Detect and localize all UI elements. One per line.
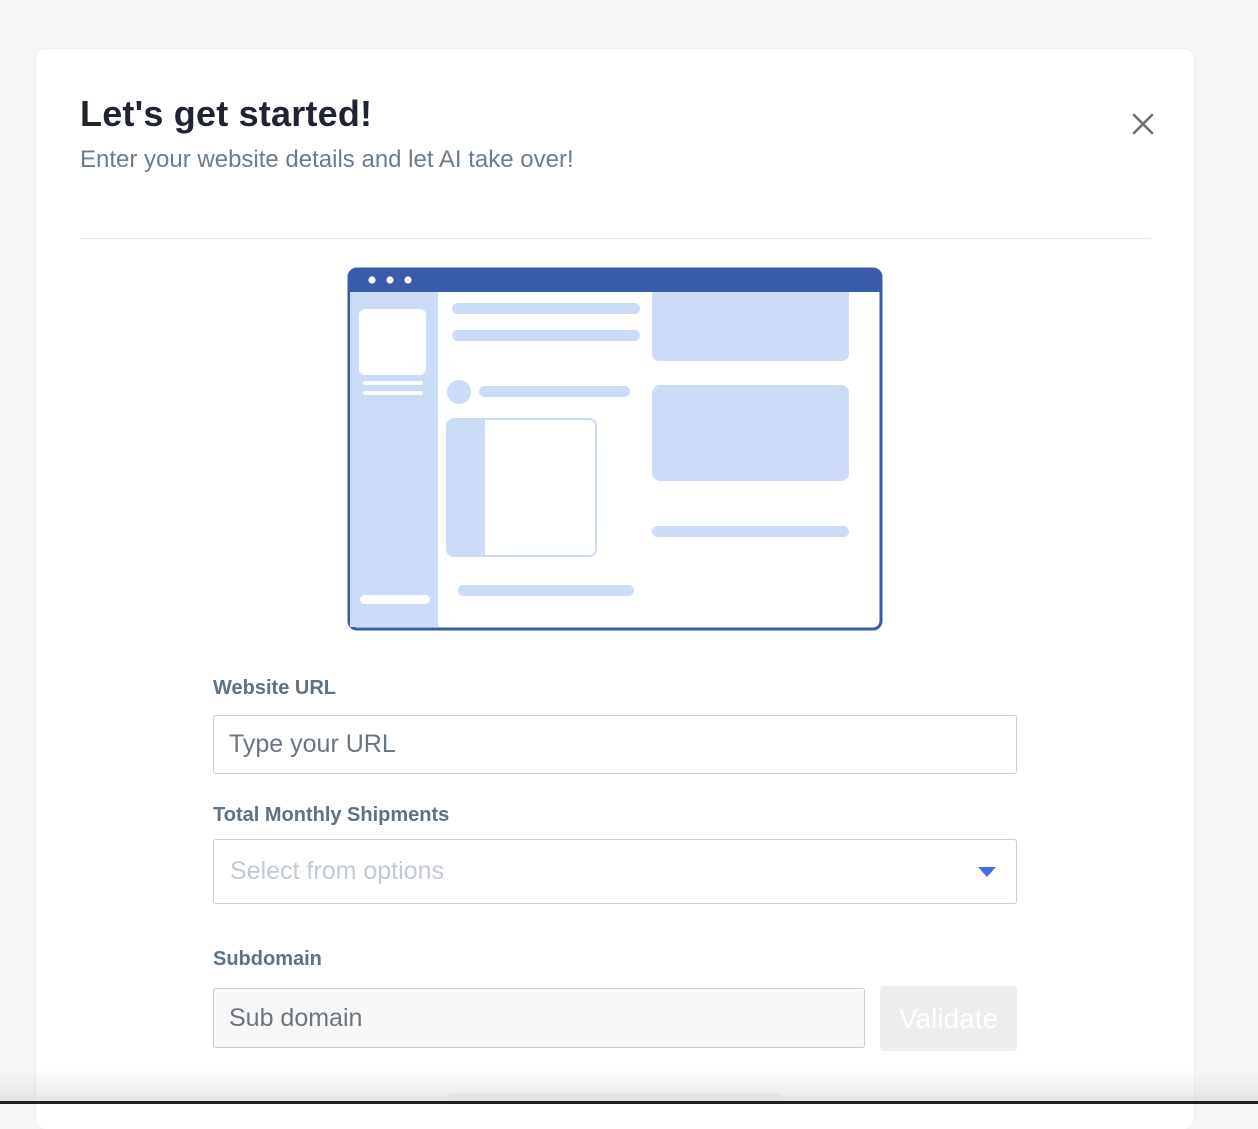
website-url-label: Website URL [213,677,336,699]
close-button[interactable] [1126,109,1158,141]
header-divider [80,238,1151,239]
website-illustration [347,267,885,638]
dialog-subtitle: Enter your website details and let AI ta… [80,146,574,173]
website-url-input[interactable] [213,715,1017,774]
subdomain-input[interactable] [213,988,865,1048]
monthly-shipments-label: Total Monthly Shipments [213,804,450,826]
dialog-title: Let's get started! [80,93,373,134]
select-placeholder: Select from options [230,857,444,885]
monthly-shipments-select[interactable]: Select from options [213,839,1017,904]
setup-dialog: Let's get started! Enter your website de… [36,49,1194,1129]
validate-button[interactable]: Validate [880,986,1017,1051]
next-section-edge [447,1093,783,1101]
subdomain-label: Subdomain [213,948,322,970]
close-icon [1132,113,1154,135]
caret-down-icon [978,867,996,877]
